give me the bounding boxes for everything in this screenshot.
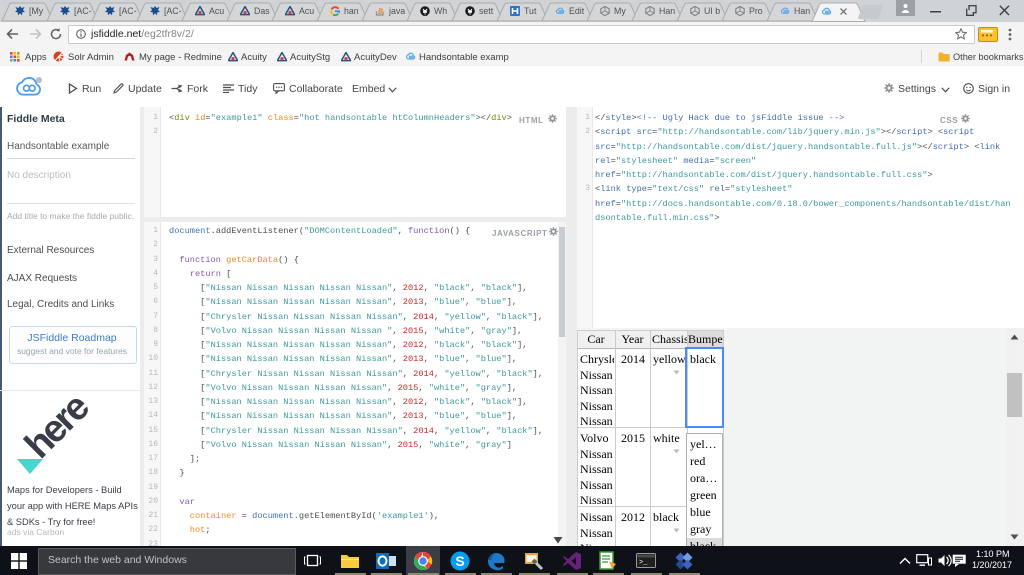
svg-text:>_: >_ [639,559,648,567]
svg-text:S: S [455,553,464,569]
